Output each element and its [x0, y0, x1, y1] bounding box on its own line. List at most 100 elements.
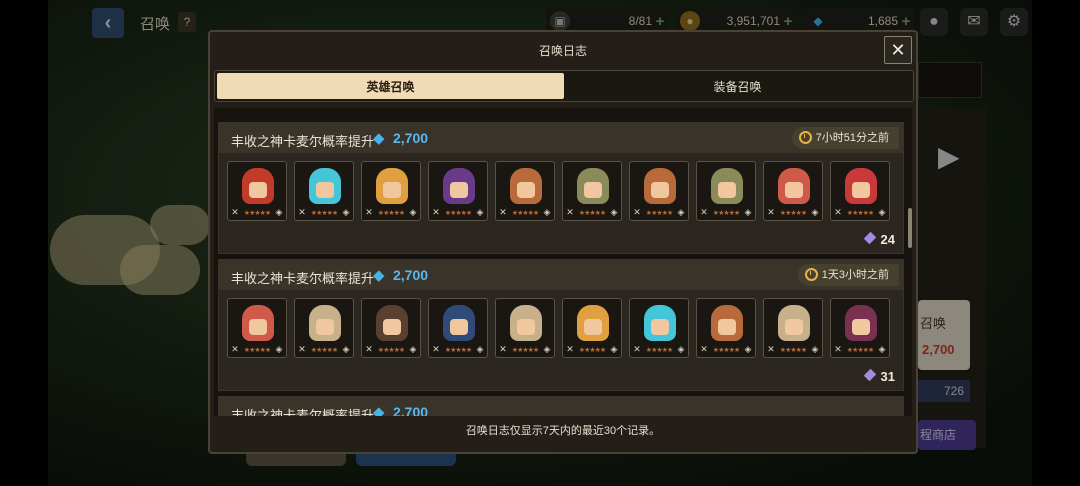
hero-face — [450, 182, 468, 198]
hero-info-bar: ✕ ★★★★★ ◈ — [230, 344, 284, 355]
class-icon: ✕ — [432, 207, 440, 217]
close-button[interactable]: ✕ — [884, 36, 912, 64]
hero-info-bar: ✕ ★★★★★ ◈ — [833, 344, 887, 355]
hero-face — [651, 182, 669, 198]
scrollbar[interactable] — [908, 208, 912, 248]
log-entry-count: 31 — [863, 368, 895, 384]
hero-info-bar: ✕ ★★★★★ ◈ — [297, 344, 351, 355]
hero-info-bar: ✕ ★★★★★ ◈ — [699, 344, 753, 355]
log-entry-title: 丰收之神卡麦尔概率提升 — [231, 134, 375, 149]
hero-face — [249, 182, 267, 198]
tab-equipment-summon[interactable]: 装备召唤 — [564, 73, 911, 99]
log-entry: 丰收之神卡麦尔概率提升 ◆ 2,700 — [218, 396, 904, 416]
star-rating-icon: ★★★★★ — [243, 346, 271, 354]
hero-portrait[interactable]: ✕ ★★★★★ ◈ — [562, 298, 622, 358]
hero-portrait[interactable]: ✕ ★★★★★ ◈ — [763, 298, 823, 358]
log-entry-count-value: 24 — [880, 232, 895, 247]
crystal-icon — [863, 368, 876, 382]
log-entry: 丰收之神卡麦尔概率提升 ◆ 2,700 7小时51分之前 ✕ ★★★★★ ◈ ✕ ★★★… — [218, 122, 904, 254]
hero-portrait[interactable]: ✕ ★★★★★ ◈ — [830, 161, 890, 221]
hero-info-bar: ✕ ★★★★★ ◈ — [498, 344, 552, 355]
hero-portrait[interactable]: ✕ ★★★★★ ◈ — [696, 161, 756, 221]
hero-portrait[interactable]: ✕ ★★★★★ ◈ — [294, 161, 354, 221]
hero-portrait[interactable]: ✕ ★★★★★ ◈ — [227, 161, 287, 221]
element-icon: ◈ — [744, 207, 752, 217]
diamond-icon: ◆ — [373, 267, 385, 284]
class-icon: ✕ — [365, 344, 373, 354]
hero-portrait[interactable]: ✕ ★★★★★ ◈ — [294, 298, 354, 358]
hero-face — [383, 182, 401, 198]
hero-face — [450, 319, 468, 335]
element-icon: ◈ — [275, 344, 283, 354]
clock-icon — [804, 268, 818, 281]
tab-hero-summon[interactable]: 英雄召唤 — [217, 73, 564, 99]
element-icon: ◈ — [543, 344, 551, 354]
hero-list: ✕ ★★★★★ ◈ ✕ ★★★★★ ◈ ✕ ★★★★★ ◈ ✕ ★★★★★ ◈ ✕ ★★★★★ ◈ ✕ ★★★★… — [227, 161, 890, 221]
class-icon: ✕ — [633, 344, 641, 354]
hero-info-bar: ✕ ★★★★★ ◈ — [431, 344, 485, 355]
class-icon: ✕ — [566, 344, 574, 354]
summon-log-modal: 召唤日志 ✕ 英雄召唤 装备召唤 丰收之神卡麦尔概率提升 ◆ 2,700 7小时… — [208, 30, 918, 454]
element-icon: ◈ — [811, 344, 819, 354]
log-entry-count-value: 31 — [880, 369, 895, 384]
hero-portrait[interactable]: ✕ ★★★★★ ◈ — [495, 161, 555, 221]
class-icon: ✕ — [700, 207, 708, 217]
star-rating-icon: ★★★★★ — [243, 209, 271, 217]
modal-title: 召唤日志 — [538, 44, 587, 58]
hero-portrait[interactable]: ✕ ★★★★★ ◈ — [763, 161, 823, 221]
log-entry-header: 丰收之神卡麦尔概率提升 ◆ 2,700 1天3小时之前 — [219, 260, 903, 290]
hero-info-bar: ✕ ★★★★★ ◈ — [230, 207, 284, 218]
class-icon: ✕ — [700, 344, 708, 354]
log-entry-time-text: 1天3小时之前 — [821, 269, 889, 281]
class-icon: ✕ — [432, 344, 440, 354]
star-rating-icon: ★★★★★ — [779, 209, 807, 217]
hero-portrait[interactable]: ✕ ★★★★★ ◈ — [227, 298, 287, 358]
hero-face — [584, 319, 602, 335]
hero-portrait[interactable]: ✕ ★★★★★ ◈ — [428, 161, 488, 221]
element-icon: ◈ — [476, 207, 484, 217]
hero-info-bar: ✕ ★★★★★ ◈ — [632, 344, 686, 355]
element-icon: ◈ — [878, 207, 886, 217]
hero-face — [249, 319, 267, 335]
hero-info-bar: ✕ ★★★★★ ◈ — [364, 344, 418, 355]
log-entry-title: 丰收之神卡麦尔概率提升 — [231, 271, 375, 286]
star-rating-icon: ★★★★★ — [846, 209, 874, 217]
hero-portrait[interactable]: ✕ ★★★★★ ◈ — [361, 298, 421, 358]
hero-face — [852, 319, 870, 335]
element-icon: ◈ — [543, 207, 551, 217]
log-list[interactable]: 丰收之神卡麦尔概率提升 ◆ 2,700 7小时51分之前 ✕ ★★★★★ ◈ ✕ ★★★… — [214, 108, 912, 416]
element-icon: ◈ — [409, 207, 417, 217]
element-icon: ◈ — [744, 344, 752, 354]
class-icon: ✕ — [499, 344, 507, 354]
hero-info-bar: ✕ ★★★★★ ◈ — [833, 207, 887, 218]
log-entry-title: 丰收之神卡麦尔概率提升 — [231, 408, 375, 416]
star-rating-icon: ★★★★★ — [377, 209, 405, 217]
element-icon: ◈ — [342, 344, 350, 354]
class-icon: ✕ — [566, 207, 574, 217]
hero-portrait[interactable]: ✕ ★★★★★ ◈ — [495, 298, 555, 358]
hero-info-bar: ✕ ★★★★★ ◈ — [498, 207, 552, 218]
diamond-icon: ◆ — [373, 130, 385, 147]
hero-info-bar: ✕ ★★★★★ ◈ — [632, 207, 686, 218]
star-rating-icon: ★★★★★ — [511, 346, 539, 354]
hero-portrait[interactable]: ✕ ★★★★★ ◈ — [629, 161, 689, 221]
hero-face — [383, 319, 401, 335]
class-icon: ✕ — [834, 344, 842, 354]
hero-info-bar: ✕ ★★★★★ ◈ — [565, 207, 619, 218]
hero-portrait[interactable]: ✕ ★★★★★ ◈ — [361, 161, 421, 221]
hero-portrait[interactable]: ✕ ★★★★★ ◈ — [830, 298, 890, 358]
element-icon: ◈ — [476, 344, 484, 354]
hero-portrait[interactable]: ✕ ★★★★★ ◈ — [629, 298, 689, 358]
class-icon: ✕ — [767, 207, 775, 217]
class-icon: ✕ — [499, 207, 507, 217]
log-entry-header: 丰收之神卡麦尔概率提升 ◆ 2,700 7小时51分之前 — [219, 123, 903, 153]
hero-portrait[interactable]: ✕ ★★★★★ ◈ — [696, 298, 756, 358]
hero-info-bar: ✕ ★★★★★ ◈ — [565, 344, 619, 355]
star-rating-icon: ★★★★★ — [779, 346, 807, 354]
star-rating-icon: ★★★★★ — [444, 209, 472, 217]
hero-portrait[interactable]: ✕ ★★★★★ ◈ — [562, 161, 622, 221]
star-rating-icon: ★★★★★ — [645, 209, 673, 217]
star-rating-icon: ★★★★★ — [645, 346, 673, 354]
star-rating-icon: ★★★★★ — [377, 346, 405, 354]
hero-portrait[interactable]: ✕ ★★★★★ ◈ — [428, 298, 488, 358]
